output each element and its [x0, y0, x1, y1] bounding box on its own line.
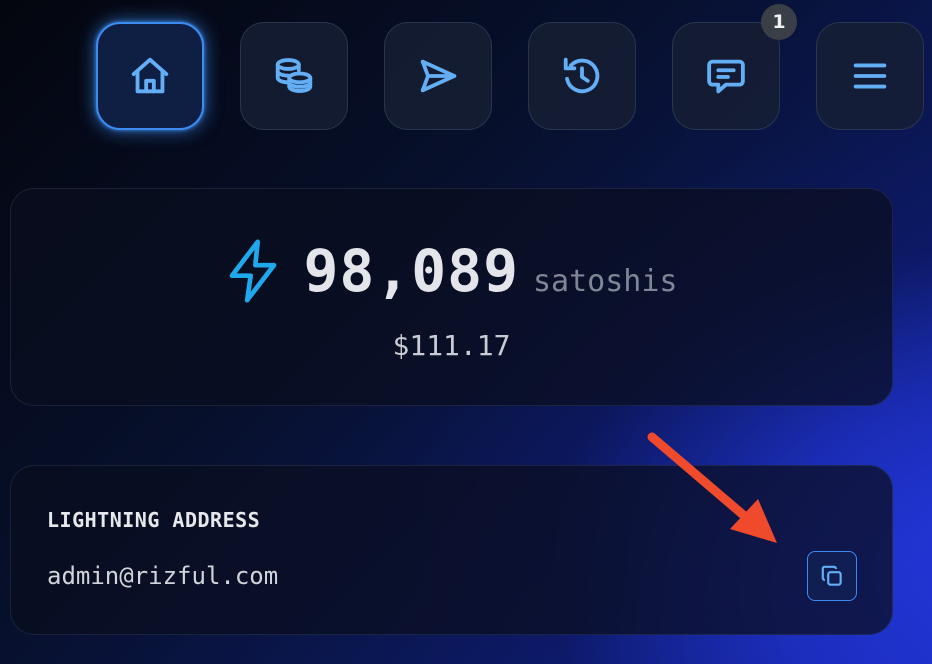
nav-chat-button[interactable]: [672, 22, 780, 130]
balance-amount: 98,089: [303, 237, 519, 305]
copy-icon: [821, 565, 842, 586]
balance-fiat-value: $111.17: [392, 329, 511, 362]
balance-row: 98,089 satoshis: [11, 237, 892, 305]
chat-icon: [707, 59, 745, 94]
copy-address-button[interactable]: [807, 551, 857, 601]
balance-unit: satoshis: [533, 264, 678, 299]
home-icon: [131, 57, 169, 94]
nav-menu-button[interactable]: [816, 22, 924, 130]
lightning-address-label: LIGHTNING ADDRESS: [47, 508, 261, 532]
send-icon: [420, 59, 457, 93]
nav-home-button[interactable]: [96, 22, 204, 130]
lightning-address-value[interactable]: admin@rizful.com: [47, 562, 278, 590]
history-icon: [563, 57, 600, 94]
nav-send-button[interactable]: [384, 22, 492, 130]
nav-coins-button[interactable]: [240, 22, 348, 130]
chat-notification-badge: 1: [761, 4, 797, 40]
balance-card: 98,089 satoshis $111.17: [10, 188, 893, 406]
coins-icon: [275, 58, 313, 93]
menu-icon: [853, 63, 887, 89]
annotation-arrow-icon: [647, 432, 777, 543]
nav-history-button[interactable]: [528, 22, 636, 130]
lightning-bolt-icon: [230, 239, 277, 303]
